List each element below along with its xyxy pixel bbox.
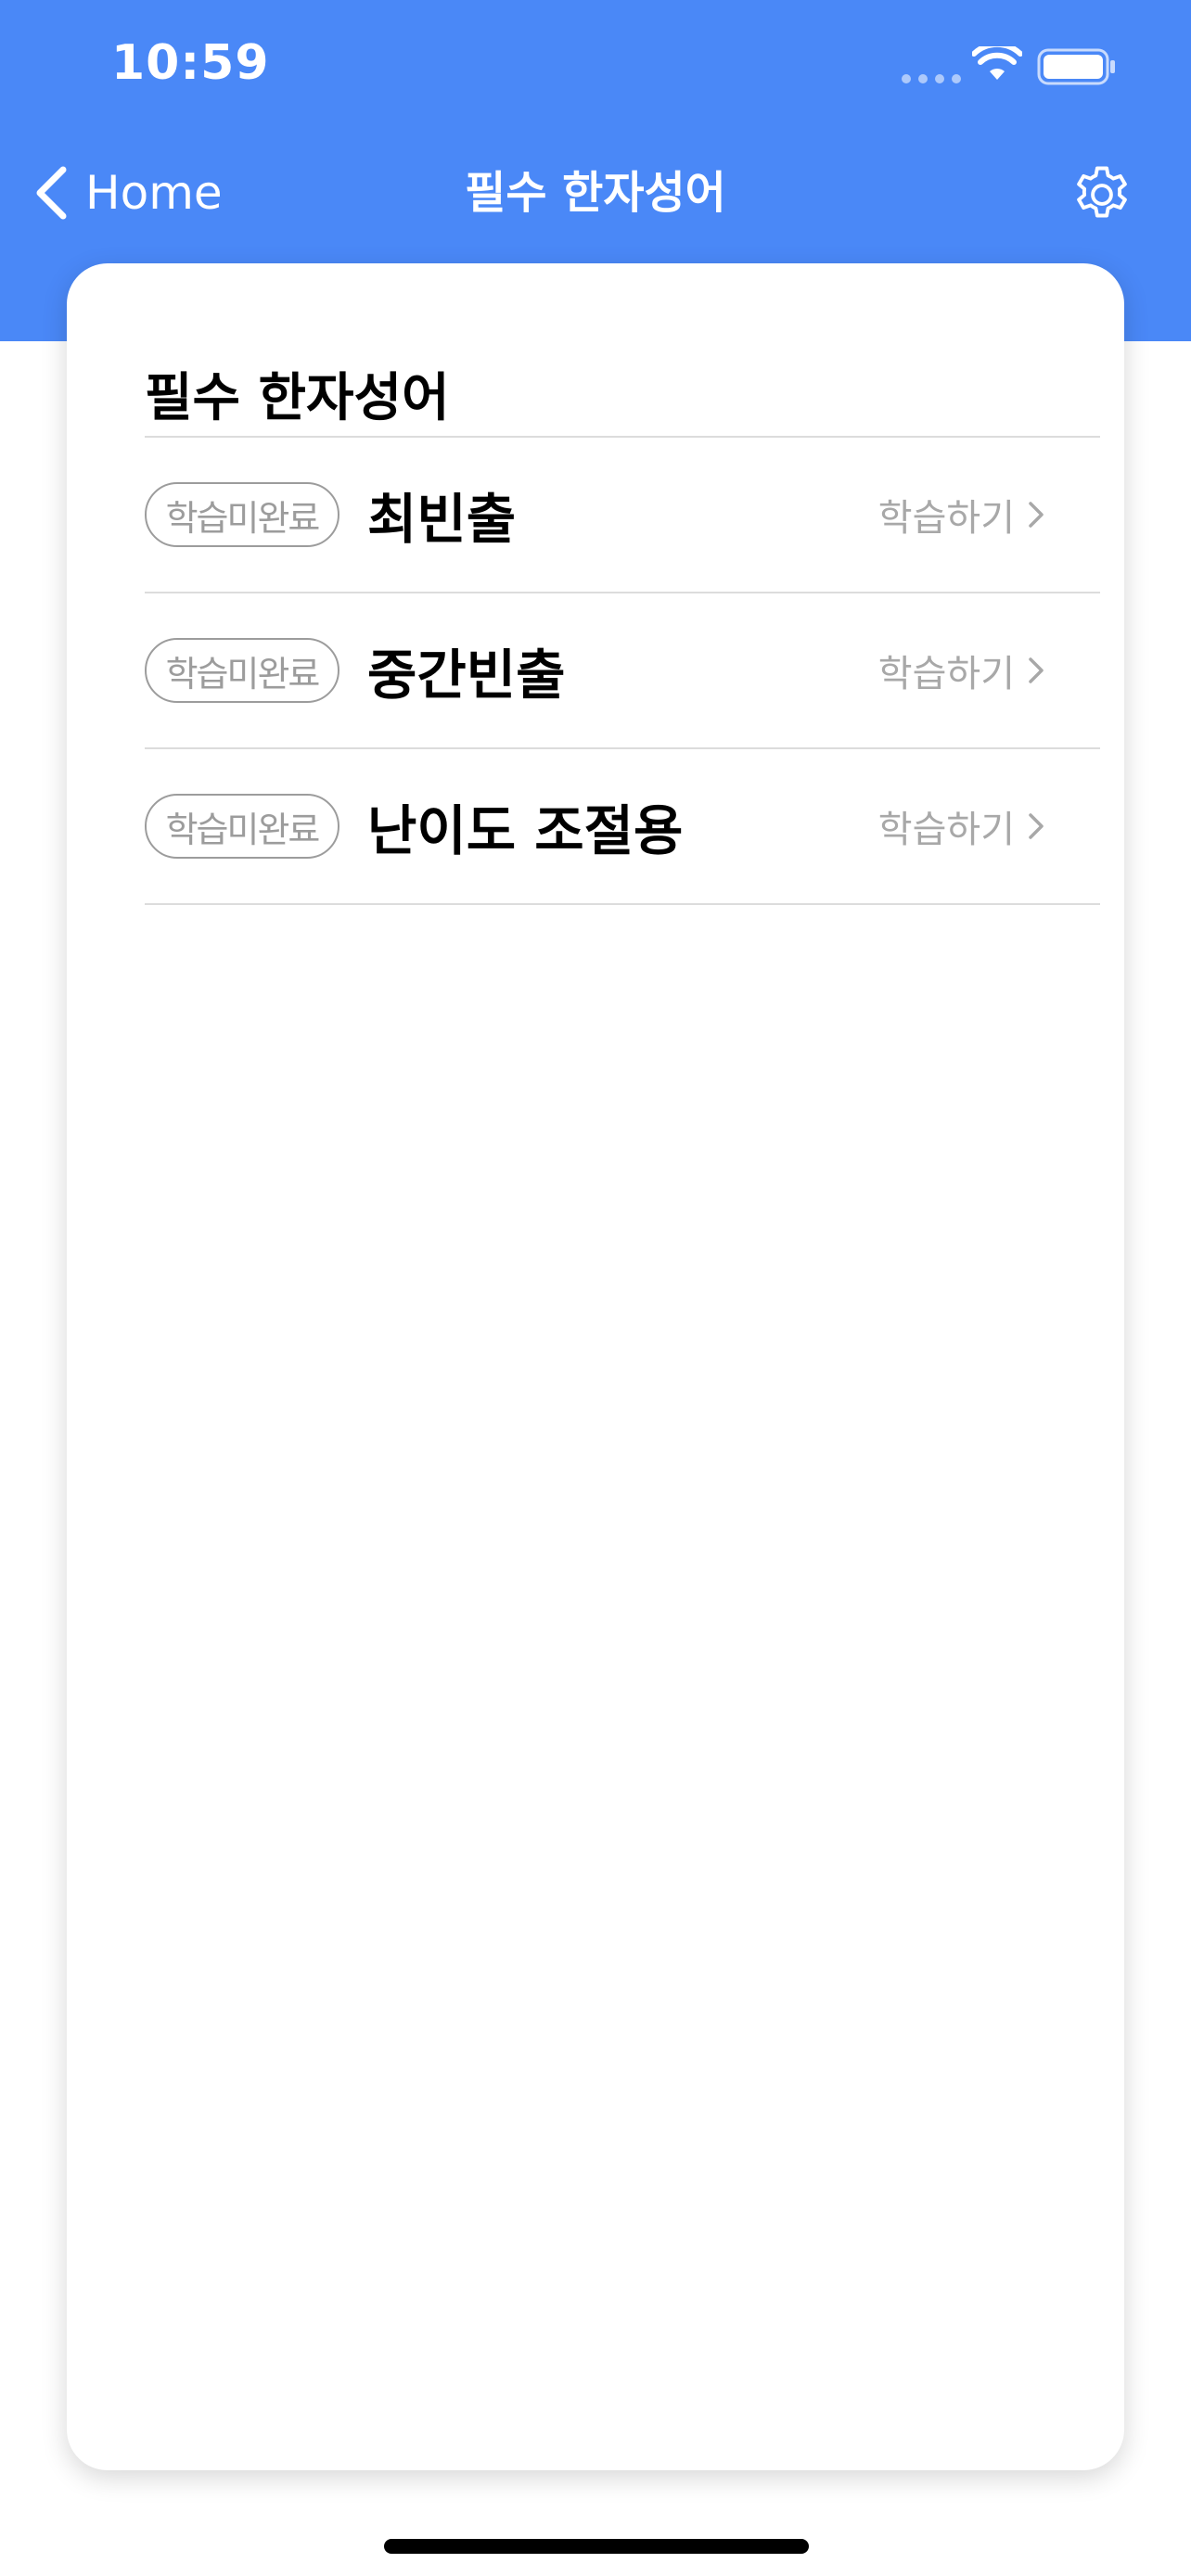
study-link-label: 학습하기: [877, 497, 1015, 540]
back-button[interactable]: Home: [33, 156, 223, 230]
study-list: 학습미완료 최빈출 학습하기 학습미완료 중간빈출 학습하기 학습미완료 난이도…: [145, 436, 1100, 905]
cellular-signal-icon: [902, 74, 961, 83]
status-badge: 학습미완료: [145, 638, 339, 703]
list-item-title: 중간빈출: [367, 644, 566, 707]
content-card: 필수 한자성어 학습미완료 최빈출 학습하기 학습미완료 중간빈출 학습하기 학…: [67, 263, 1124, 2470]
list-item[interactable]: 학습미완료 중간빈출 학습하기: [145, 593, 1100, 749]
list-item[interactable]: 학습미완료 최빈출 학습하기: [145, 438, 1100, 593]
chevron-left-icon: [33, 166, 69, 220]
study-link[interactable]: 학습하기: [878, 593, 1044, 747]
study-link[interactable]: 학습하기: [878, 438, 1044, 592]
chevron-right-icon: [1028, 657, 1044, 684]
study-link-label: 학습하기: [877, 809, 1015, 851]
home-indicator[interactable]: [384, 2539, 809, 2554]
study-link-label: 학습하기: [877, 653, 1015, 695]
card-title: 필수 한자성어: [145, 368, 450, 428]
battery-icon: [1037, 48, 1117, 89]
wifi-icon: [971, 41, 1023, 87]
status-badge: 학습미완료: [145, 482, 339, 547]
list-item[interactable]: 학습미완료 난이도 조절용 학습하기: [145, 749, 1100, 905]
gear-icon: [1069, 161, 1135, 228]
back-label: Home: [85, 166, 223, 220]
study-link[interactable]: 학습하기: [878, 749, 1044, 903]
list-item-title: 난이도 조절용: [367, 799, 684, 862]
status-badge: 학습미완료: [145, 794, 339, 859]
settings-button[interactable]: [1065, 158, 1139, 232]
chevron-right-icon: [1028, 812, 1044, 840]
status-time: 10:59: [111, 35, 270, 91]
chevron-right-icon: [1028, 501, 1044, 529]
list-item-title: 최빈출: [367, 488, 517, 551]
